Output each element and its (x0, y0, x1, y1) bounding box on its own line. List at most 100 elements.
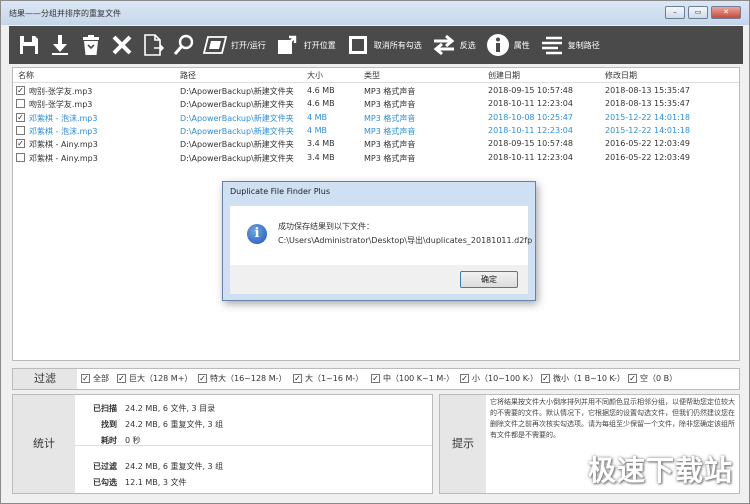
time-value: 0 秒 (125, 436, 141, 445)
open-location-button[interactable]: 打开位置 (274, 26, 341, 64)
filtered-label: 已过滤 (93, 462, 117, 471)
checked-label: 已勾选 (93, 478, 117, 487)
cell-size: 4 MB (307, 125, 328, 135)
filter-title: 过滤 (13, 369, 77, 389)
cell-path: D:\ApowerBackup\新建文件夹 (180, 100, 294, 110)
invert-selection-icon (430, 31, 458, 59)
cell-type: MP3 格式声音 (364, 126, 416, 136)
file-export-icon (139, 31, 167, 59)
copy-path-icon (538, 31, 566, 59)
filter-option[interactable]: ✓ 全部 (81, 373, 109, 384)
save-icon (15, 31, 43, 59)
cell-name: 邓紫棋 - 泡沫.mp3 (29, 126, 98, 136)
filter-checkbox[interactable]: ✓ (460, 374, 469, 383)
row-checkbox[interactable]: ✓ (16, 139, 25, 149)
cell-path: D:\ApowerBackup\新建文件夹 (180, 153, 294, 163)
download-icon (46, 31, 74, 59)
trash-icon (77, 31, 105, 59)
cell-size: 4.6 MB (307, 99, 335, 109)
filter-checkbox[interactable]: ✓ (293, 374, 302, 383)
minimize-button[interactable]: – (665, 6, 685, 19)
cell-modified: 2015-12-22 14:01:18 (605, 112, 690, 122)
scanned-value: 24.2 MB, 6 文件, 3 目录 (125, 404, 216, 413)
search-icon (170, 31, 198, 59)
open-location-label: 打开位置 (303, 40, 336, 50)
search-button[interactable] (170, 26, 198, 64)
close-button[interactable]: ✕ (711, 6, 741, 19)
cell-name: 吻别-张学友.mp3 (29, 87, 93, 96)
dialog-message: 成功保存结果到以下文件： (278, 222, 374, 231)
dialog-body: i 成功保存结果到以下文件： C:\Users\Administrator\De… (230, 206, 532, 265)
column-created[interactable]: 创建日期 (488, 70, 520, 81)
table-row[interactable]: ✓ 邓紫棋 - 泡沫.mp3 D:\ApowerBackup\新建文件夹 4 MB MP… (13, 112, 739, 125)
filter-label: 全部 (93, 374, 109, 383)
row-checkbox[interactable]: ✓ (16, 86, 25, 95)
table-row[interactable]: 邓紫棋 - Ainy.mp3 D:\ApowerBackup\新建文件夹 3.4 M… (13, 152, 739, 165)
cell-path: D:\ApowerBackup\新建文件夹 (180, 87, 294, 96)
row-checkbox[interactable] (16, 152, 25, 162)
maximize-button[interactable]: ▭ (688, 6, 708, 19)
filter-checkbox[interactable]: ✓ (198, 374, 207, 383)
invert-selection-button[interactable]: 反选 (430, 26, 481, 64)
cell-type: MP3 格式声音 (364, 153, 416, 163)
uncheck-all-button[interactable]: 取消所有勾选 (344, 26, 427, 64)
filter-checkbox[interactable]: ✓ (371, 374, 380, 383)
row-checkbox[interactable] (16, 99, 25, 109)
filter-option[interactable]: ✓ 大（1~16 M-） (293, 373, 363, 384)
column-modified[interactable]: 修改日期 (605, 70, 637, 81)
cell-path: D:\ApowerBackup\新建文件夹 (180, 113, 294, 123)
cell-type: MP3 格式声音 (364, 100, 416, 110)
properties-button[interactable]: 属性 (484, 26, 535, 64)
cell-type: MP3 格式声音 (364, 87, 416, 96)
save-button[interactable] (15, 26, 43, 64)
open-run-label: 打开/运行 (231, 40, 266, 50)
filter-label: 特大（16~128 M-） (210, 374, 287, 383)
open-run-icon (201, 31, 229, 59)
filter-checkbox[interactable]: ✓ (117, 374, 126, 383)
row-checkbox[interactable]: ✓ (16, 112, 25, 122)
filter-checkbox[interactable]: ✓ (541, 374, 550, 383)
cell-created: 2018-10-11 12:23:04 (488, 99, 573, 109)
column-type[interactable]: 类型 (364, 70, 380, 81)
column-name[interactable]: 名称 (18, 70, 34, 81)
cell-name: 邓紫棋 - Ainy.mp3 (29, 140, 98, 150)
filter-option[interactable]: ✓ 特大（16~128 M-） (198, 373, 286, 384)
filter-option[interactable]: ✓ 小（10~100 K-） (460, 373, 538, 384)
delete-button[interactable] (108, 26, 136, 64)
filtered-value: 24.2 MB, 6 重复文件, 3 组 (125, 462, 224, 471)
table-row[interactable]: 吻别-张学友.mp3 D:\ApowerBackup\新建文件夹 4.6 MB MP3… (13, 98, 739, 111)
filter-checkbox[interactable]: ✓ (628, 374, 637, 383)
copy-path-button[interactable]: 复制路径 (538, 26, 605, 64)
open-run-button[interactable]: 打开/运行 (201, 26, 271, 64)
column-size[interactable]: 大小 (307, 70, 323, 81)
filter-option[interactable]: ✓ 微小（1 B~10 K-） (541, 373, 625, 384)
list-header: 名称 路径 大小 类型 创建日期 修改日期 (13, 68, 739, 83)
found-label: 找到 (101, 420, 117, 429)
dialog-title: Duplicate File Finder Plus (230, 187, 331, 196)
column-path[interactable]: 路径 (180, 70, 196, 81)
table-row[interactable]: ✓ 吻别-张学友.mp3 D:\ApowerBackup\新建文件夹 4.6 MB MP… (13, 85, 739, 98)
filter-label: 微小（1 B~10 K-） (553, 374, 625, 383)
cell-created: 2018-10-11 12:23:04 (488, 125, 573, 135)
table-row[interactable]: 邓紫棋 - 泡沫.mp3 D:\ApowerBackup\新建文件夹 4 MB MP3… (13, 125, 739, 138)
recycle-button[interactable] (77, 26, 105, 64)
cell-size: 4.6 MB (307, 86, 335, 95)
cell-created: 2018-09-15 10:57:48 (488, 139, 573, 149)
filter-option[interactable]: ✓ 空（0 B） (628, 373, 677, 384)
table-row[interactable]: ✓ 邓紫棋 - Ainy.mp3 D:\ApowerBackup\新建文件夹 3.4 … (13, 138, 739, 151)
ok-button[interactable]: 确定 (460, 271, 518, 288)
uncheck-all-label: 取消所有勾选 (373, 40, 422, 50)
cell-size: 3.4 MB (307, 152, 335, 162)
filter-option[interactable]: ✓ 中（100 K~1 M-） (371, 373, 454, 384)
time-label: 耗时 (101, 436, 117, 445)
found-value: 24.2 MB, 6 重复文件, 3 组 (125, 420, 224, 429)
info-icon (484, 31, 512, 59)
export-button[interactable] (139, 26, 167, 64)
filter-checkbox[interactable]: ✓ (81, 374, 90, 383)
filter-option[interactable]: ✓ 巨大（128 M+） (117, 373, 192, 384)
cell-path: D:\ApowerBackup\新建文件夹 (180, 140, 294, 150)
row-checkbox[interactable] (16, 125, 25, 135)
delete-x-icon (108, 31, 136, 59)
download-button[interactable] (46, 26, 74, 64)
dialog-path: C:\Users\Administrator\Desktop\导出\duplic… (278, 236, 533, 245)
